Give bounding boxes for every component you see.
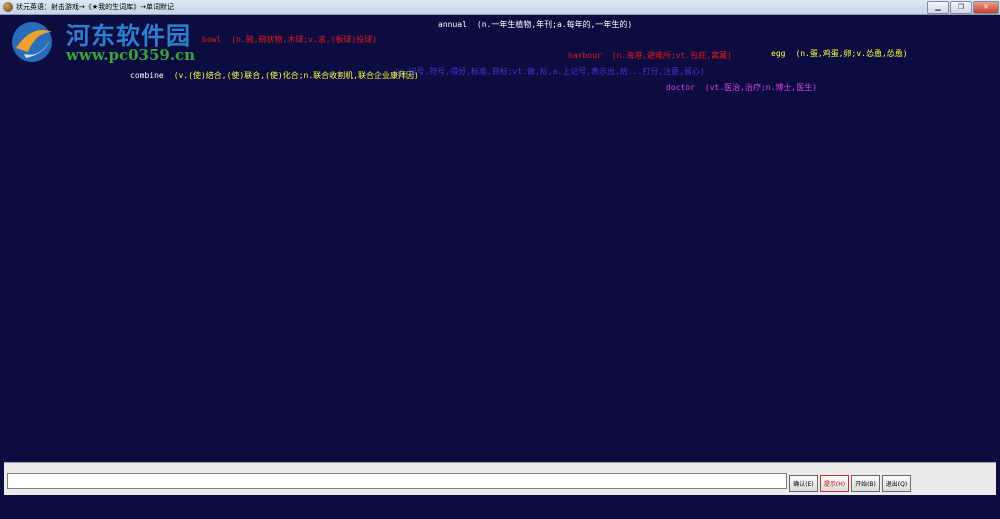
word-chinese: (n.碗,碗状物,木球;v.滚,(板球)投球)	[231, 35, 378, 44]
watermark-logo-icon	[12, 22, 52, 62]
status-bar	[4, 495, 996, 515]
title-bar: 状元英语：射击游戏→《★我的生词库》→单词默记 ▁ ❐ ✕	[0, 0, 1000, 15]
minimize-button[interactable]: ▁	[927, 1, 949, 14]
answer-input[interactable]	[7, 473, 787, 489]
exit-button[interactable]: 退出(Q)	[882, 475, 911, 492]
word-english: egg	[771, 49, 786, 58]
maximize-button[interactable]: ❐	[950, 1, 972, 14]
word-chinese: (n.海港,避难所;vt.包庇,窝藏)	[611, 51, 732, 60]
falling-word-harbour[interactable]: harbour (n.海港,避难所;vt.包庇,窝藏)	[568, 51, 732, 61]
word-chinese: (vt.医治,治疗;n.博士,医生)	[704, 83, 818, 92]
word-chinese: (n.蛋,鸡蛋,卵;v.怂恿,怂恿)	[795, 49, 908, 58]
show-button[interactable]: 提示(H)	[820, 475, 849, 492]
app-icon	[3, 2, 13, 12]
close-button[interactable]: ✕	[973, 1, 999, 14]
control-panel: 确认(E) 提示(H) 开始(B) 退出(Q)	[4, 462, 996, 495]
falling-word-mark[interactable]: (n.记号,符号,得分,标准,目标;vt.做,标,a.上记号,表示出,给...打…	[394, 67, 705, 77]
falling-word-bowl[interactable]: bowl (n.碗,碗状物,木球;v.滚,(板球)投球)	[202, 35, 377, 45]
watermark-logo: 河东软件园 www.pc0359.cn	[4, 16, 204, 70]
word-english: harbour	[568, 51, 602, 60]
word-chinese: (n.一年生植物,年刊;a.每年的,一年生的)	[476, 20, 633, 29]
word-chinese: (n.记号,符号,得分,标准,目标;vt.做,标,a.上记号,表示出,给...打…	[394, 67, 705, 76]
watermark-url: www.pc0359.cn	[66, 46, 196, 64]
confirm-button[interactable]: 确认(E)	[789, 475, 818, 492]
falling-word-doctor[interactable]: doctor (vt.医治,治疗;n.博士,医生)	[666, 83, 817, 93]
start-button[interactable]: 开始(B)	[851, 475, 880, 492]
word-english: annual	[438, 20, 467, 29]
falling-word-egg[interactable]: egg (n.蛋,鸡蛋,卵;v.怂恿,怂恿)	[771, 49, 908, 59]
word-english: bowl	[202, 35, 222, 44]
word-english: combine	[130, 71, 164, 80]
game-stage: annual (n.一年生植物,年刊;a.每年的,一年生的) bowl (n.碗,碗…	[4, 15, 996, 461]
falling-word-annual[interactable]: annual (n.一年生植物,年刊;a.每年的,一年生的)	[438, 20, 632, 30]
word-chinese: (v.(使)结合,(使)联合,(使)化合;n.联合收割机,联合企业康拜因)	[173, 71, 419, 80]
falling-word-combine[interactable]: combine (v.(使)结合,(使)联合,(使)化合;n.联合收割机,联合企业…	[130, 71, 419, 81]
window-title: 状元英语：射击游戏→《★我的生词库》→单词默记	[16, 3, 175, 11]
word-english: doctor	[666, 83, 695, 92]
